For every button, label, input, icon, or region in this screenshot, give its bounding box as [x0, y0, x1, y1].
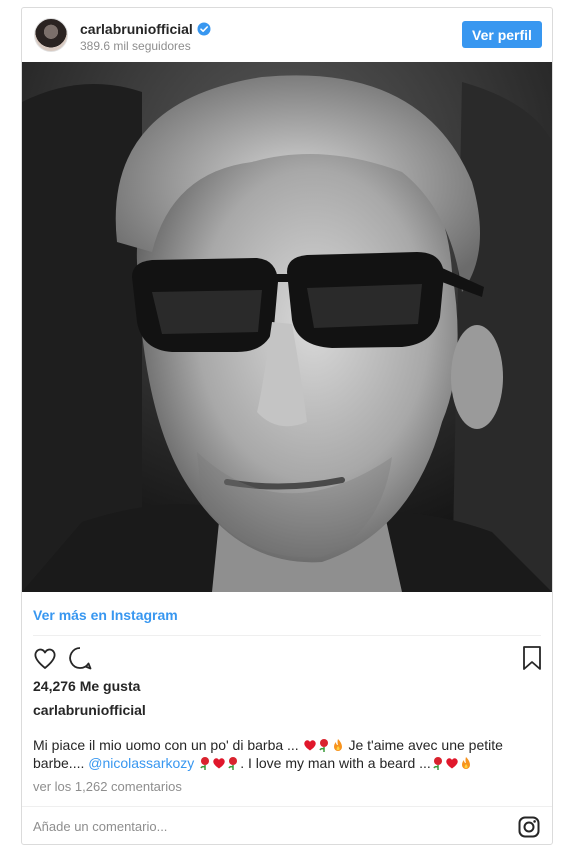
comment-input[interactable] — [33, 817, 473, 835]
fire-icon — [333, 739, 342, 751]
portrait-image — [22, 62, 552, 592]
caption-author[interactable]: carlabrunіofficial — [33, 702, 146, 718]
post-header: carlabrunіofficial 389.6 mil seguidores … — [22, 8, 552, 62]
verified-badge-icon — [197, 22, 211, 36]
post-photo[interactable] — [22, 62, 552, 592]
bookmark-icon[interactable] — [518, 644, 546, 672]
post-caption: Mi piace il mio uomo con un po' di barba… — [33, 736, 538, 772]
mention-link[interactable]: @nicolassarkozy — [88, 755, 194, 771]
red-heart-icon — [213, 758, 225, 769]
username-row: carlabrunіofficial — [80, 21, 211, 37]
fire-icon — [461, 757, 470, 769]
view-profile-button[interactable]: Ver perfil — [462, 21, 542, 48]
red-heart-icon — [446, 758, 458, 769]
divider — [33, 635, 541, 636]
view-more-on-instagram-link[interactable]: Ver más en Instagram — [33, 607, 178, 623]
comment-bar — [22, 806, 552, 845]
rose-icon — [433, 757, 442, 770]
instagram-icon[interactable] — [518, 816, 540, 838]
red-heart-icon — [303, 740, 316, 751]
caption-text-3: . I love my man with a beard ... — [240, 755, 431, 771]
view-comments-link[interactable]: ver los 1,262 comentarios — [33, 779, 182, 794]
action-bar — [22, 644, 552, 674]
profile-avatar[interactable] — [34, 18, 68, 52]
instagram-embed-card: carlabrunіofficial 389.6 mil seguidores … — [21, 7, 553, 845]
heart-icon[interactable] — [31, 644, 59, 672]
follower-count: 389.6 mil seguidores — [80, 39, 191, 53]
rose-icon — [200, 757, 210, 770]
like-count[interactable]: 24,276 Me gusta — [33, 678, 140, 694]
caption-text-1: Mi piace il mio uomo con un po' di barba… — [33, 737, 303, 753]
rose-icon — [318, 739, 328, 752]
comment-icon[interactable] — [66, 644, 94, 672]
username-link[interactable]: carlabrunіofficial — [80, 21, 193, 37]
rose-icon — [228, 757, 238, 770]
